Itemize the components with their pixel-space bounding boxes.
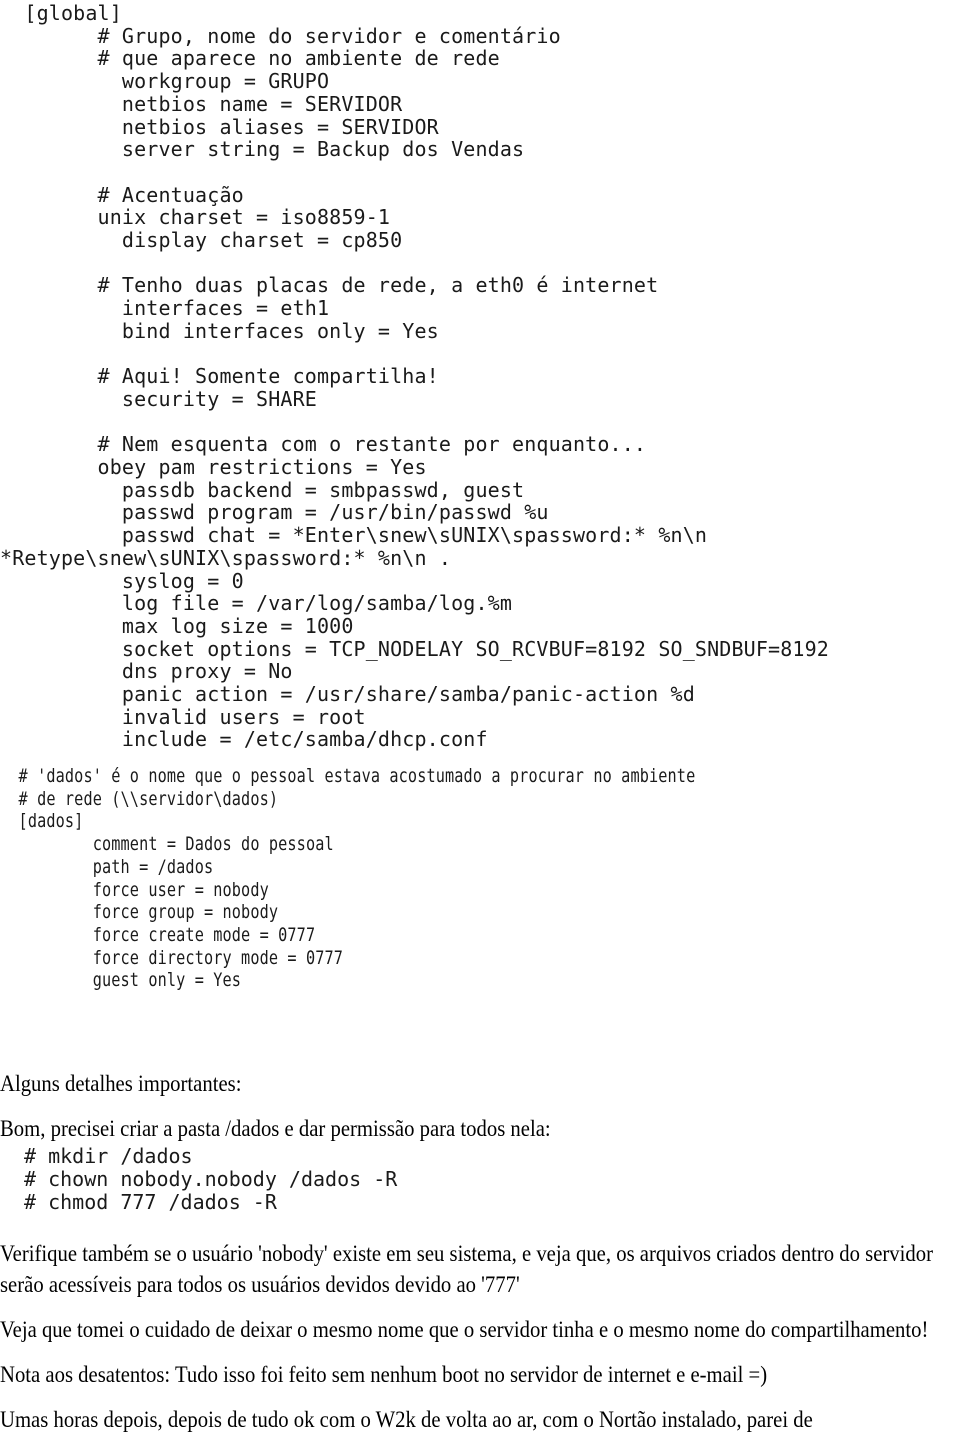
config-line-13: interfaces = eth1 [0, 296, 330, 321]
config-line-5: netbios aliases = SERVIDOR [0, 114, 439, 139]
config-line-25: syslog = 0 [0, 568, 244, 593]
config-line-12: # Tenho duas placas de rede, a eth0 é in… [0, 273, 659, 298]
command-line-2: # chmod 777 /dados -R [24, 1190, 277, 1214]
config-line-16: # Aqui! Somente compartilha! [0, 364, 439, 389]
config-line-14: bind interfaces only = Yes [0, 318, 439, 343]
dados-line-4: path = /dados [0, 855, 214, 878]
config-line-6: server string = Backup dos Vendas [0, 137, 525, 162]
config-line-2: # que aparece no ambiente de rede [0, 46, 500, 71]
prose-block-bottom: Verifique também se o usuário 'nobody' e… [0, 1238, 960, 1449]
dados-line-7: force create mode = 0777 [0, 923, 316, 946]
config-line-28: socket options = TCP_NODELAY SO_RCVBUF=8… [0, 636, 829, 661]
dados-line-6: force group = nobody [0, 901, 279, 924]
config-line-27: max log size = 1000 [0, 613, 354, 638]
paragraph-bottom-1: Veja que tomei o cuidado de deixar o mes… [0, 1317, 929, 1342]
dados-line-0: # 'dados' é o nome que o pessoal estava … [0, 765, 696, 787]
config-line-7 [0, 161, 829, 184]
config-line-20: obey pam restrictions = Yes [0, 455, 427, 479]
shell-commands: # mkdir /dados # chown nobody.nobody /dad… [24, 1145, 397, 1214]
paragraph-top-0: Alguns detalhes importantes: [0, 1071, 242, 1096]
paragraph-top-1: Bom, precisei criar a pasta /dados e dar… [0, 1116, 551, 1141]
config-line-32: include = /etc/samba/dhcp.conf [0, 727, 488, 752]
config-line-30: panic action = /usr/share/samba/panic-ac… [0, 682, 695, 707]
paragraph-bottom-0: Verifique também se o usuário 'nobody' e… [0, 1241, 933, 1297]
paragraph-bottom-3: Umas horas depois, depois de tudo ok com… [0, 1407, 813, 1432]
dados-line-9: guest only = Yes [0, 969, 242, 992]
dados-config-code: # 'dados' é o nome que o pessoal estava … [0, 765, 869, 992]
config-line-1: # Grupo, nome do servidor e comentário [0, 23, 561, 48]
config-line-11 [0, 252, 829, 275]
config-line-18 [0, 411, 829, 434]
dados-line-8: force directory mode = 0777 [0, 946, 344, 969]
dados-line-5: force user = nobody [0, 878, 269, 901]
prose-top-text: Alguns detalhes importantes: Bom, precise… [0, 1068, 960, 1144]
paragraph-bottom-2: Nota aos desatentos: Tudo isso foi feito… [0, 1362, 768, 1387]
config-line-3: workgroup = GRUPO [0, 69, 330, 94]
config-line-10: display charset = cp850 [0, 228, 403, 253]
config-line-9: unix charset = iso8859-1 [0, 205, 391, 230]
dados-line-1: # de rede (\\servidor\dados) [0, 787, 279, 810]
config-line-26: log file = /var/log/samba/log.%m [0, 591, 513, 616]
dados-line-2: [dados] [0, 810, 84, 833]
smb-conf-global-section: [global] # Grupo, nome do servidor e com… [0, 2, 829, 751]
dados-line-3: comment = Dados do pessoal [0, 833, 334, 856]
config-line-0: [global] [0, 1, 122, 25]
command-line-1: # chown nobody.nobody /dados -R [24, 1167, 398, 1191]
prose-bottom-text: Verifique também se o usuário 'nobody' e… [0, 1238, 960, 1435]
smb-conf-dados-section: # 'dados' é o nome que o pessoal estava … [0, 765, 869, 992]
config-line-8: # Acentuação [0, 182, 244, 207]
config-line-19: # Nem esquenta com o restante por enquan… [0, 432, 647, 457]
config-line-24: *Retype\snew\sUNIX\spassword:* %n\n . [0, 545, 452, 570]
config-line-15 [0, 343, 829, 366]
shell-command-list: # mkdir /dados # chown nobody.nobody /dad… [24, 1145, 397, 1214]
document-page: [global] # Grupo, nome do servidor e com… [0, 0, 960, 1442]
config-line-21: passdb backend = smbpasswd, guest [0, 477, 525, 502]
global-config-code: [global] # Grupo, nome do servidor e com… [0, 2, 829, 751]
config-line-22: passwd program = /usr/bin/passwd %u [0, 500, 549, 525]
config-line-31: invalid users = root [0, 704, 366, 729]
config-line-29: dns proxy = No [0, 659, 293, 684]
config-line-17: security = SHARE [0, 386, 317, 411]
config-line-23: passwd chat = *Enter\snew\sUNIX\spasswor… [0, 523, 708, 548]
command-line-0: # mkdir /dados [24, 1144, 193, 1168]
config-line-4: netbios name = SERVIDOR [0, 91, 403, 116]
